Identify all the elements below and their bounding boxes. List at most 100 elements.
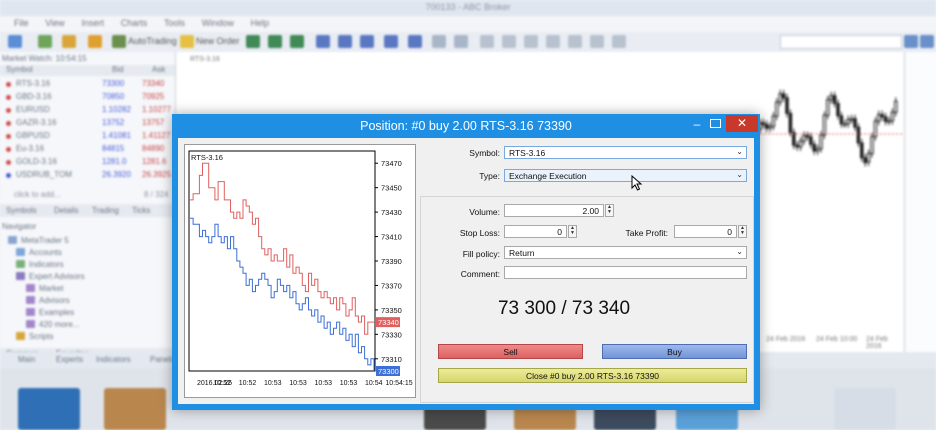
bg-candle: [890, 111, 895, 122]
market-watch-row[interactable]: GOLD-3.16 1281.0 1281.6: [2, 157, 172, 168]
market-watch-row[interactable]: GBPUSD 1.41081 1.41127: [2, 131, 172, 142]
folder-icon[interactable]: [62, 35, 76, 48]
tab-trading[interactable]: Trading: [92, 206, 119, 215]
channel-icon[interactable]: [546, 35, 560, 48]
menu-charts[interactable]: Charts: [121, 18, 148, 28]
new-chart-icon[interactable]: [8, 35, 22, 48]
tab-ticks[interactable]: Ticks: [132, 206, 150, 215]
market-watch-row[interactable]: Eu-3.16 84815 84890: [2, 144, 172, 155]
nav-examples[interactable]: Examples: [26, 308, 74, 317]
bg-candle: [853, 118, 857, 128]
nav-accounts[interactable]: Accounts: [16, 248, 62, 257]
chat-icon[interactable]: [920, 35, 934, 48]
minimize-icon[interactable]: –: [689, 117, 705, 131]
zoom-out-icon[interactable]: [338, 35, 352, 48]
market-watch-row[interactable]: GBD-3.16 70850 70925: [2, 92, 172, 103]
bg-candle: [778, 93, 783, 103]
stoploss-input[interactable]: 0: [504, 225, 567, 238]
click-to-add[interactable]: click to add...: [14, 190, 61, 199]
menu-tools[interactable]: Tools: [164, 18, 185, 28]
menu-view[interactable]: View: [45, 18, 64, 28]
tab-indicators[interactable]: Indicators: [96, 355, 131, 364]
symbol-select[interactable]: RTS-3.16 ⌄: [504, 146, 747, 159]
market-watch-row[interactable]: RTS-3.16 73300 73340: [2, 79, 172, 90]
vline-icon[interactable]: [480, 35, 494, 48]
row-symbol: GOLD-3.16: [16, 157, 57, 166]
chart-shift-icon[interactable]: [408, 35, 422, 48]
stoploss-stepper[interactable]: ▲ ▼: [568, 225, 577, 238]
profiles-icon[interactable]: [38, 35, 52, 48]
comment-input[interactable]: [504, 266, 747, 279]
takeprofit-input[interactable]: 0: [674, 225, 737, 238]
market-watch-row[interactable]: USDRUB_TOM 26.3920 26.3925: [2, 170, 172, 181]
symbol-status-icon: [6, 121, 11, 126]
market-watch-row[interactable]: EURUSD 1.10282 1.10277: [2, 105, 172, 116]
market-icon[interactable]: [88, 35, 102, 48]
crosshair-icon[interactable]: [454, 35, 468, 48]
nav-market[interactable]: Market: [26, 284, 63, 293]
tab-experts[interactable]: Experts: [56, 355, 83, 364]
close-position-button[interactable]: Close #0 buy 2.00 RTS-3.16 73390: [438, 368, 747, 383]
x-tick-label: 10:53: [289, 380, 307, 387]
symbol-status-icon: [6, 82, 11, 87]
market-watch-row[interactable]: GAZR-3.16 13752 13757: [2, 118, 172, 129]
shapes-icon[interactable]: [612, 35, 626, 48]
sell-button[interactable]: Sell: [438, 344, 583, 359]
buy-button[interactable]: Buy: [602, 344, 747, 359]
tab-main[interactable]: Main: [18, 355, 35, 364]
market-watch-header: Symbol Bid Ask: [0, 65, 175, 76]
tab-symbols[interactable]: Symbols: [6, 206, 37, 215]
row-bid: 70850: [102, 92, 125, 101]
text-tool-icon[interactable]: [590, 35, 604, 48]
bg-candle: [771, 115, 776, 127]
maximize-icon[interactable]: [710, 119, 721, 128]
autotrading-icon[interactable]: [112, 35, 126, 48]
candle-chart-icon[interactable]: [268, 35, 282, 48]
autotrading-label[interactable]: AutoTrading: [128, 36, 177, 46]
new-order-icon[interactable]: [180, 35, 194, 48]
nav-expert-advisors[interactable]: Expert Advisors: [16, 272, 85, 281]
menu-file[interactable]: File: [14, 18, 29, 28]
nav-more[interactable]: 420 more...: [26, 320, 79, 329]
fill-policy-label: Fill policy:: [462, 249, 500, 259]
fibo-icon[interactable]: [568, 35, 582, 48]
volume-stepper[interactable]: ▲ ▼: [605, 204, 614, 217]
cursor-tool-icon[interactable]: [432, 35, 446, 48]
menu-insert[interactable]: Insert: [81, 18, 104, 28]
takeprofit-stepper[interactable]: ▲ ▼: [738, 225, 747, 238]
x-tick-label: 10:54:15: [385, 380, 412, 387]
bg-candle: [788, 112, 793, 133]
bar-chart-icon[interactable]: [246, 35, 260, 48]
fill-policy-select[interactable]: Return ⌄: [504, 246, 747, 259]
tab-panels[interactable]: Panels: [150, 355, 174, 364]
close-icon[interactable]: ✕: [726, 115, 758, 132]
symbol-status-icon: [6, 134, 11, 139]
bg-candle: [883, 116, 888, 122]
zoom-in-icon[interactable]: [316, 35, 330, 48]
volume-input[interactable]: 2.00: [504, 204, 604, 217]
tile-icon[interactable]: [360, 35, 374, 48]
type-select[interactable]: Exchange Execution ⌄: [504, 169, 747, 182]
store-thumb-book[interactable]: [18, 388, 80, 430]
nav-metatrader[interactable]: MetaTrader 5: [8, 236, 69, 245]
new-order-label[interactable]: New Order: [196, 36, 240, 46]
nav-indicators[interactable]: Indicators: [16, 260, 64, 269]
autoscroll-icon[interactable]: [384, 35, 398, 48]
nav-scripts[interactable]: Scripts: [16, 332, 53, 341]
line-chart-icon[interactable]: [290, 35, 304, 48]
mouse-cursor-icon: [631, 175, 643, 191]
comment-label: Comment:: [460, 269, 500, 279]
search-input[interactable]: [780, 35, 902, 49]
menu-window[interactable]: Window: [202, 18, 234, 28]
trendline-icon[interactable]: [524, 35, 538, 48]
search-icon[interactable]: [904, 35, 918, 48]
nav-advisors[interactable]: Advisors: [26, 296, 70, 305]
menu-help[interactable]: Help: [251, 18, 270, 28]
market-watch-tabs: Symbols Details Trading Ticks: [0, 204, 175, 217]
bg-candle: [819, 134, 823, 150]
hline-icon[interactable]: [502, 35, 516, 48]
tab-details[interactable]: Details: [54, 206, 78, 215]
store-thumb-animal[interactable]: [104, 388, 166, 430]
row-bid: 1.41081: [102, 131, 131, 140]
store-thumb-hand[interactable]: [834, 388, 896, 430]
